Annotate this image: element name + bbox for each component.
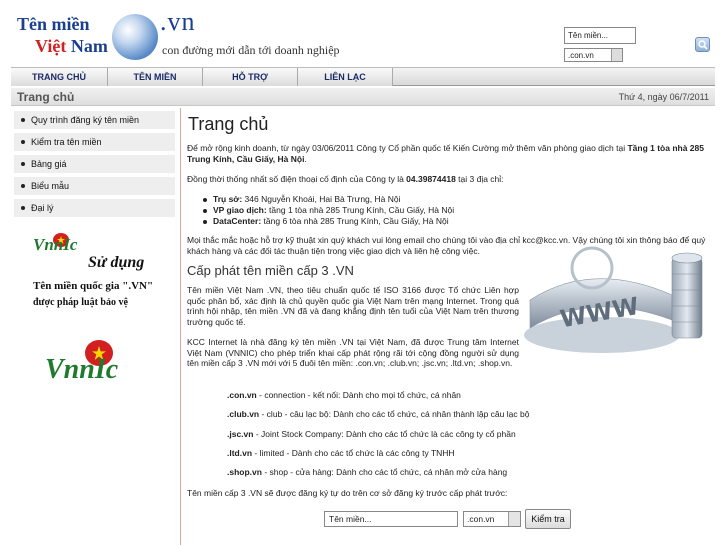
address-text: tầng 6 tòa nhà 285 Trung Kính, Cầu Giấy,… <box>261 216 449 226</box>
closing-paragraph: Tên miền cấp 3 .VN sẽ được đăng ký tự do… <box>187 488 508 498</box>
header-extension-select[interactable]: .con.vn <box>564 48 623 62</box>
search-icon <box>698 40 708 50</box>
sidebar: Quy trình đăng ký tên miền Kiểm tra tên … <box>11 108 176 545</box>
banner-text: Sử dụng <box>88 254 145 271</box>
bullet-icon <box>21 140 25 144</box>
address-item: VP giao dịch: tầng 1 tòa nhà 285 Trung K… <box>203 205 454 215</box>
date-label: Thứ 4, ngày 06/7/2011 <box>618 92 709 102</box>
extension-item: .ltd.vn - limited - Dành cho các tổ chức… <box>227 448 455 458</box>
section-title: Cấp phát tên miền cấp 3 .VN <box>187 263 354 278</box>
vnnic-banner[interactable]: VnnIc Sử dụng Tên miền quốc gia ".VN" đư… <box>33 233 163 315</box>
phone-paragraph: Đồng thời thống nhất số điện thoại cố đị… <box>187 174 711 185</box>
bullet-icon <box>21 162 25 166</box>
bullet-icon <box>203 208 207 213</box>
page-title-bar: Trang chủ Thứ 4, ngày 06/7/2011 <box>11 88 715 106</box>
nav-item-domains[interactable]: TÊN MIỀN <box>108 68 203 86</box>
column-divider <box>180 108 181 545</box>
site-header: Tên miền Việt Nam .vn con đường mới dẫn … <box>0 0 727 66</box>
main-nav: TRANG CHỦ TÊN MIỀN HỖ TRỢ LIÊN LẠC <box>11 67 715 86</box>
intro-paragraph: Tên miền Việt Nam .VN, theo tiêu chuẩn q… <box>187 285 519 327</box>
text: Đồng thời thống nhất số điện thoại cố đị… <box>187 174 407 184</box>
address-item: DataCenter: tầng 6 tòa nhà 285 Trung Kín… <box>203 216 449 226</box>
sidebar-item-label: Quy trình đăng ký tên miền <box>31 115 140 125</box>
sidebar-item-label: Bảng giá <box>31 159 67 169</box>
vnnic-logo: VnnIc <box>33 235 78 254</box>
extension-name: .con.vn <box>227 390 257 400</box>
extension-item: .jsc.vn - Joint Stock Company: Dành cho … <box>227 429 516 439</box>
extension-name: .jsc.vn <box>227 429 254 439</box>
address-text: tầng 1 tòa nhà 285 Trung Kính, Cầu Giấy,… <box>266 205 455 215</box>
extension-desc: - connection - kết nối: Dành cho mọi tổ … <box>256 390 461 400</box>
slogan: con đường mới dẫn tới doanh nghiệp <box>162 43 340 57</box>
extension-item: .shop.vn - shop - cửa hàng: Dành cho các… <box>227 467 507 477</box>
domain-name-input[interactable]: Tên miền... <box>324 511 458 527</box>
domain-extension-select[interactable]: .con.vn <box>463 511 521 527</box>
logo-viet: Việt <box>35 36 67 56</box>
bullet-icon <box>21 118 25 122</box>
sidebar-item-registration-process[interactable]: Quy trình đăng ký tên miền <box>14 111 175 130</box>
extension-desc: - shop - cửa hàng: Dành cho các tổ chức,… <box>261 467 508 477</box>
address-text: 346 Nguyễn Khoái, Hai Bà Trưng, Hà Nội <box>242 194 401 204</box>
chevron-down-icon <box>611 49 622 61</box>
logo-line2: Việt Nam <box>35 36 108 57</box>
page-title: Trang chủ <box>17 90 75 104</box>
extension-name: .club.vn <box>227 409 260 419</box>
sidebar-item-label: Biểu mẫu <box>31 181 70 191</box>
vnnic-logo: VnnIc <box>45 354 119 385</box>
nav-item-support[interactable]: HỖ TRỢ <box>203 68 298 86</box>
text: Để mở rộng kinh doanh, từ ngày 03/06/201… <box>187 143 628 153</box>
bullet-icon <box>21 184 25 188</box>
logo-vn: .vn <box>160 7 196 36</box>
sidebar-item-check-domain[interactable]: Kiểm tra tên miền <box>14 133 175 152</box>
www-server-illustration: WWW <box>524 246 703 353</box>
sidebar-item-label: Đại lý <box>31 203 54 213</box>
phone-number: 04.39874418 <box>406 174 456 184</box>
intro-paragraph: KCC Internet là nhà đăng ký tên miền .VN… <box>187 337 519 368</box>
announcement-paragraph: Để mở rộng kinh doanh, từ ngày 03/06/201… <box>187 143 711 165</box>
extension-name: .shop.vn <box>227 467 262 477</box>
sidebar-item-agents[interactable]: Đại lý <box>14 199 175 218</box>
content-title: Trang chủ <box>188 114 269 134</box>
header-extension-value: .con.vn <box>568 51 594 60</box>
banner-text: được pháp luật bảo vệ <box>33 297 128 308</box>
sidebar-item-forms[interactable]: Biểu mẫu <box>14 177 175 196</box>
extension-item: .club.vn - club - câu lạc bộ: Dành cho c… <box>227 409 529 419</box>
bullet-icon <box>203 219 207 224</box>
text: tại 3 địa chỉ: <box>455 174 504 184</box>
nav-item-home[interactable]: TRANG CHỦ <box>11 68 108 86</box>
bullet-icon <box>203 197 207 202</box>
text: . <box>304 154 307 164</box>
domain-extension-value: .con.vn <box>467 514 495 524</box>
nav-item-contact[interactable]: LIÊN LẠC <box>298 68 393 86</box>
logo-line1: Tên miền <box>17 14 90 34</box>
logo-nam: Nam <box>70 36 108 56</box>
banner-text: Tên miền quốc gia ".VN" <box>33 280 154 292</box>
address-label: VP giao dịch: <box>213 205 267 215</box>
extension-desc: - limited - Dành cho các tổ chức là các … <box>252 448 455 458</box>
extension-name: .ltd.vn <box>227 448 253 458</box>
chevron-down-icon <box>508 512 520 526</box>
header-search-button[interactable] <box>695 37 710 52</box>
vnnic-logo-banner[interactable]: VnnIc <box>45 340 145 410</box>
check-domain-button[interactable]: Kiểm tra <box>525 509 571 529</box>
sidebar-item-price-list[interactable]: Bảng giá <box>14 155 175 174</box>
extension-desc: - club - câu lạc bộ: Dành cho các tổ chứ… <box>259 409 530 419</box>
sidebar-item-label: Kiểm tra tên miền <box>31 137 102 147</box>
extension-item: .con.vn - connection - kết nối: Dành cho… <box>227 390 461 400</box>
address-label: DataCenter: <box>213 216 262 226</box>
address-label: Trụ sở: <box>213 194 243 204</box>
extension-desc: - Joint Stock Company: Dành cho các tổ c… <box>253 429 516 439</box>
globe-logo-icon <box>112 14 158 60</box>
bullet-icon <box>21 206 25 210</box>
address-item: Trụ sở: 346 Nguyễn Khoái, Hai Bà Trưng, … <box>203 194 401 204</box>
header-domain-input[interactable]: Tên miền... <box>564 27 636 44</box>
